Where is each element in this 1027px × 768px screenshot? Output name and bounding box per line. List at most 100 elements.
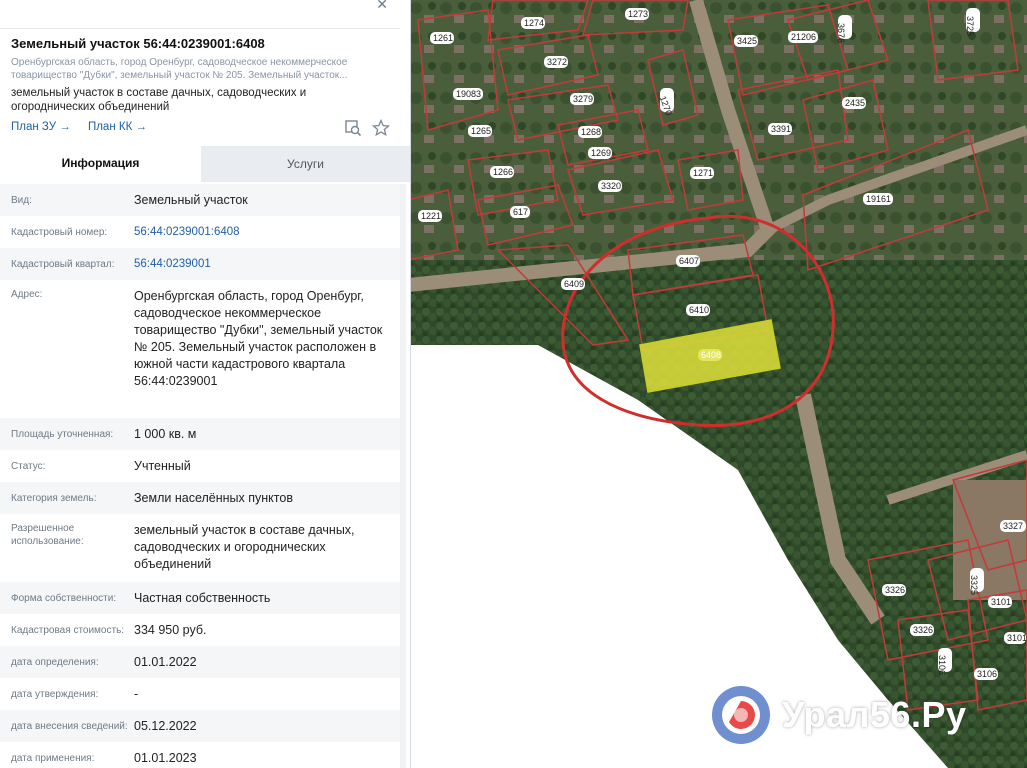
parcel-label: 19161 <box>863 193 893 205</box>
parcel-label-text: 3327 <box>1003 521 1023 531</box>
row-value: 1 000 кв. м <box>134 426 197 441</box>
plan-zu-link[interactable]: План ЗУ → <box>11 121 71 133</box>
satellite-map[interactable]: 1274 1273 3425 21206 3676 3725 1261 3272… <box>408 0 1027 768</box>
table-row: Кадастровый номер: 56:44:0239001:6408 <box>0 216 400 248</box>
table-row: дата определения: 01.01.2022 <box>0 646 400 678</box>
row-value: 05.12.2022 <box>134 718 197 733</box>
table-row: дата применения: 01.01.2023 <box>0 742 400 768</box>
parcel-label-text: 1268 <box>581 127 601 137</box>
table-row: Статус: Учтенный <box>0 450 400 482</box>
parcel-label-text: 617 <box>513 207 528 217</box>
table-row: Кадастровый квартал: 56:44:0239001 <box>0 248 400 280</box>
parcel-label-text: 3101 <box>991 597 1011 607</box>
toolbar-icons <box>344 119 390 137</box>
parcel-label: 3272 <box>544 56 568 68</box>
table-row: дата утверждения: - <box>0 678 400 710</box>
row-value: земельный участок в составе дачных, садо… <box>134 523 355 571</box>
plan-kk-link[interactable]: План КК → <box>88 121 147 133</box>
parcel-label: 1269 <box>588 147 612 159</box>
parcel-label-text: 1273 <box>628 9 648 19</box>
table-row: Категория земель: Земли населённых пункт… <box>0 482 400 514</box>
parcel-label-text: 3106 <box>977 669 997 679</box>
parcel-label-text: 2435 <box>845 98 865 108</box>
scrollbar[interactable] <box>400 184 406 768</box>
table-row: Форма собственности: Частная собственнос… <box>0 582 400 614</box>
parcel-label-text: 1274 <box>524 18 544 28</box>
parcel-label: 2435 <box>842 97 866 109</box>
parcel-label: 617 <box>510 206 530 218</box>
parcel-label-text: 3725 <box>965 16 975 36</box>
parcel-label: 6410 <box>686 304 710 316</box>
parcel-label: 6409 <box>561 278 585 290</box>
ural56-logo-icon <box>712 686 770 744</box>
parcel-label: 3326 <box>910 624 934 636</box>
page-title: Земельный участок 56:44:0239001:6408 <box>11 36 265 51</box>
plan-links: План ЗУ → План КК → <box>11 121 161 133</box>
parcel-label-text: 3101 <box>1007 633 1027 643</box>
row-label: Категория земель: <box>11 492 97 504</box>
parcel-label-text: 3325 <box>969 575 979 595</box>
search-on-map-icon[interactable] <box>344 119 362 137</box>
parcel-label: 6408 <box>698 349 722 361</box>
parcel-label-text: 6407 <box>679 256 699 266</box>
parcel-label: 1274 <box>521 17 545 29</box>
parcel-label-text: 1221 <box>421 211 441 221</box>
parcel-label-text: 3106 <box>937 655 947 675</box>
parcel-label: 3106 <box>974 668 998 680</box>
parcel-label-text: 3279 <box>573 94 593 104</box>
parcel-label: 1268 <box>578 126 602 138</box>
row-value: Частная собственность <box>134 590 271 605</box>
parcel-label-text: 6408 <box>701 350 721 360</box>
table-row: Адрес: Оренбургская область, город Оренб… <box>0 280 400 418</box>
parcel-label-text: 1266 <box>493 167 513 177</box>
parcel-label: 1261 <box>430 32 454 44</box>
parcel-label: 21206 <box>788 31 818 43</box>
address-summary: Оренбургская область, город Оренбург, са… <box>11 57 348 81</box>
row-label: дата определения: <box>11 656 99 668</box>
parcel-label: 3101 <box>1004 632 1027 644</box>
parcel-label: 3425 <box>734 35 758 47</box>
parcel-label-text: 3320 <box>601 181 621 191</box>
parcel-label-text: 19083 <box>456 89 481 99</box>
parcel-label-text: 1261 <box>433 33 453 43</box>
properties-table: Вид: Земельный участок Кадастровый номер… <box>0 184 400 768</box>
tab-services[interactable]: Услуги <box>201 146 410 182</box>
parcel-label: 3327 <box>1000 520 1026 532</box>
row-value: Оренбургская область, город Оренбург, са… <box>134 289 383 388</box>
row-value: 01.01.2023 <box>134 750 197 765</box>
row-label: Адрес: <box>11 289 43 300</box>
star-icon[interactable] <box>372 119 390 137</box>
row-label: дата утверждения: <box>11 688 99 700</box>
close-icon[interactable]: ✕ <box>376 0 388 13</box>
parcel-label: 1265 <box>468 125 492 137</box>
parcel-label: 3326 <box>882 584 906 596</box>
row-value: Земельный участок <box>134 192 248 207</box>
parcel-purpose: земельный участок в составе дачных, садо… <box>11 87 307 113</box>
parcel-label: 19083 <box>453 88 483 100</box>
parcel-label-text: 1271 <box>693 168 713 178</box>
cadastral-number-link[interactable]: 56:44:0239001:6408 <box>134 224 400 241</box>
row-value: 01.01.2022 <box>134 654 197 669</box>
row-value: - <box>134 686 139 701</box>
parcel-label-text: 3425 <box>737 36 757 46</box>
cadastral-quarter-link[interactable]: 56:44:0239001 <box>134 256 400 273</box>
parcel-label: 3320 <box>598 180 622 192</box>
table-row: Вид: Земельный участок <box>0 184 400 216</box>
parcel-label-text: 21206 <box>791 32 816 42</box>
row-label: Кадастровый квартал: <box>11 258 115 270</box>
tab-information[interactable]: Информация <box>0 146 201 182</box>
parcel-label-text: 1265 <box>471 126 491 136</box>
table-row: Площадь уточненная: 1 000 кв. м <box>0 418 400 450</box>
tab-bar: Информация Услуги <box>0 146 410 182</box>
row-label: Форма собственности: <box>11 592 117 604</box>
map-canvas[interactable]: 1274 1273 3425 21206 3676 3725 1261 3272… <box>408 0 1027 768</box>
parcel-label-text: 3326 <box>913 625 933 635</box>
table-row: дата внесения сведений: 05.12.2022 <box>0 710 400 742</box>
parcel-label: 3279 <box>570 93 594 105</box>
parcel-label: 1266 <box>490 166 514 178</box>
parcel-label: 3106 <box>937 648 952 675</box>
row-label: дата внесения сведений: <box>11 720 128 732</box>
table-row: Разрешенное использование: земельный уча… <box>0 514 400 582</box>
parcel-label: 1273 <box>625 8 649 20</box>
row-value: Учтенный <box>134 458 191 473</box>
